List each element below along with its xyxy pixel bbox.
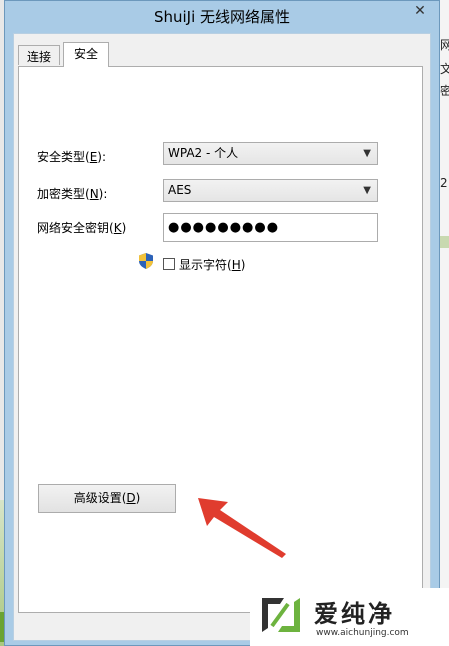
network-key-label: 网络安全密钥(K) [37, 221, 127, 235]
dialog-title: ShuiJi 无线网络属性 [153, 8, 291, 26]
background-text: 文 [440, 62, 449, 76]
encryption-type-select[interactable]: AES ▼ [163, 179, 378, 202]
watermark-brand: 爱纯净 [314, 600, 395, 628]
security-type-select[interactable]: WPA2 - 个人 ▼ [163, 142, 378, 165]
security-type-label: 安全类型(E): [37, 150, 107, 164]
encryption-type-value: AES [168, 183, 192, 197]
aichunjing-logo-icon [262, 598, 300, 632]
annotation-arrow-icon [198, 498, 286, 558]
show-characters-checkbox[interactable] [163, 258, 175, 270]
security-type-value: WPA2 - 个人 [168, 146, 239, 160]
watermark: 爱纯净 www.aichunjing.com [250, 588, 449, 646]
watermark-url: www.aichunjing.com [316, 628, 409, 638]
background-text: 密 [440, 84, 449, 98]
background-text: 网 [440, 38, 449, 52]
show-characters-label: 显示字符(H) [179, 258, 246, 272]
background-text: 2 [440, 176, 448, 190]
close-button[interactable]: ✕ [409, 1, 431, 21]
tab-connection[interactable]: 连接 [18, 45, 61, 65]
advanced-settings-button[interactable]: 高级设置(D) [38, 484, 176, 513]
tab-security[interactable]: 安全 [63, 42, 110, 67]
network-key-input[interactable]: ●●●●●●●●● [163, 213, 378, 242]
shield-icon [139, 253, 153, 269]
chevron-down-icon: ▼ [363, 185, 371, 196]
chevron-down-icon: ▼ [363, 148, 371, 159]
encryption-type-label: 加密类型(N): [37, 187, 108, 201]
